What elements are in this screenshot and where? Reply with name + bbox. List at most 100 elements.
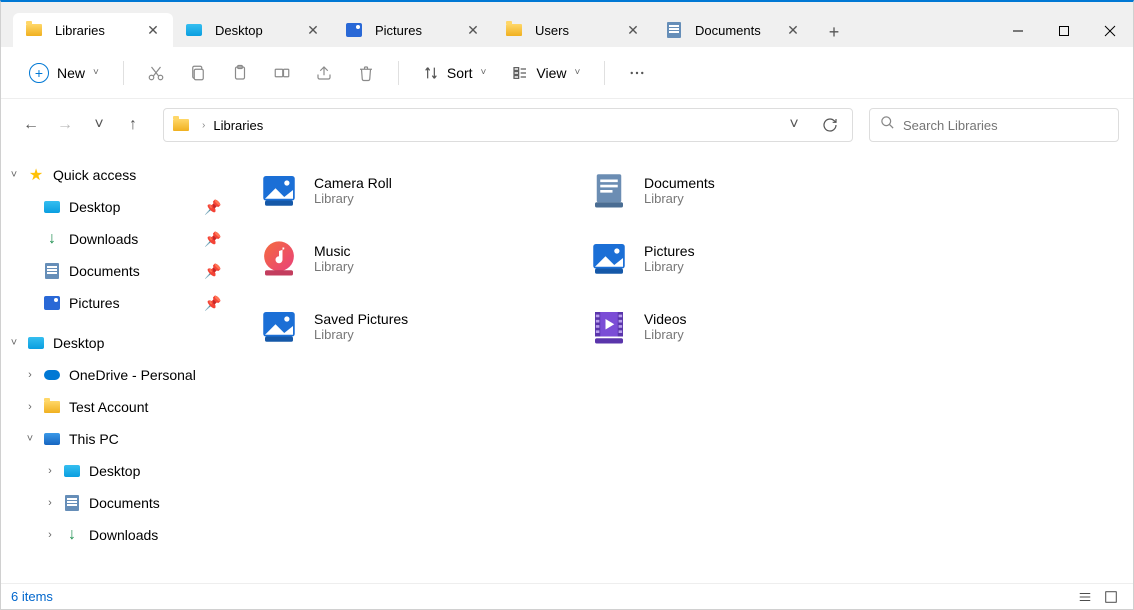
- navigation-pane[interactable]: ˅ ★ Quick access Desktop 📌 ↓ Downloads 📌…: [1, 151, 228, 583]
- folder-icon: [25, 21, 43, 39]
- chevron-down-icon[interactable]: ˅: [5, 334, 23, 352]
- chevron-down-icon: ˅: [93, 67, 99, 78]
- search-box[interactable]: [869, 108, 1119, 142]
- search-input[interactable]: [903, 118, 1108, 133]
- sidebar-item-pc-downloads[interactable]: › ↓ Downloads: [1, 519, 228, 551]
- breadcrumb[interactable]: Libraries: [213, 118, 772, 133]
- pin-icon: 📌: [204, 263, 220, 279]
- chevron-down-icon: ˅: [574, 67, 580, 78]
- address-bar-row: ← → ˅ ↑ › Libraries ˅: [1, 99, 1133, 151]
- download-icon: ↓: [43, 230, 61, 248]
- sidebar-item-onedrive[interactable]: › OneDrive - Personal: [1, 359, 228, 391]
- sidebar-item-documents[interactable]: Documents 📌: [1, 255, 228, 287]
- chevron-right-icon[interactable]: ›: [41, 494, 59, 512]
- sidebar-item-test-account[interactable]: › Test Account: [1, 391, 228, 423]
- library-videos[interactable]: VideosLibrary: [578, 299, 898, 353]
- download-icon: ↓: [63, 526, 81, 544]
- chevron-down-icon: ˅: [481, 67, 487, 78]
- toolbar: + New ˅ Sort ˅ View ˅: [1, 47, 1133, 99]
- pin-icon: 📌: [204, 199, 220, 215]
- dropdown-button[interactable]: ˅: [780, 111, 808, 139]
- paste-button[interactable]: [222, 55, 258, 91]
- details-view-button[interactable]: [1073, 587, 1097, 607]
- close-icon[interactable]: ✕: [783, 20, 803, 40]
- tab-label: Pictures: [375, 23, 455, 38]
- tab-documents[interactable]: Documents ✕: [653, 13, 813, 47]
- sidebar-item-pictures[interactable]: Pictures 📌: [1, 287, 228, 319]
- chevron-right-icon[interactable]: ›: [21, 366, 39, 384]
- close-icon[interactable]: ✕: [143, 20, 163, 40]
- delete-button[interactable]: [348, 55, 384, 91]
- tab-pictures[interactable]: Pictures ✕: [333, 13, 493, 47]
- tab-strip: Libraries ✕ Desktop ✕ Pictures ✕ Users ✕…: [1, 2, 995, 47]
- items-grid: Camera RollLibrary DocumentsLibrary Musi…: [248, 163, 1113, 353]
- rename-button[interactable]: [264, 55, 300, 91]
- chevron-right-icon[interactable]: ›: [41, 462, 59, 480]
- sidebar-item-desktop[interactable]: Desktop 📌: [1, 191, 228, 223]
- library-documents[interactable]: DocumentsLibrary: [578, 163, 898, 217]
- pictures-library-icon: [586, 235, 632, 281]
- chevron-right-icon[interactable]: ›: [21, 398, 39, 416]
- desktop-icon: [27, 334, 45, 352]
- desktop-icon: [63, 462, 81, 480]
- document-icon: [43, 262, 61, 280]
- tab-desktop[interactable]: Desktop ✕: [173, 13, 333, 47]
- star-icon: ★: [27, 166, 45, 184]
- folder-icon: [505, 21, 523, 39]
- pin-icon: 📌: [204, 231, 220, 247]
- nav-buttons: ← → ˅ ↑: [15, 109, 149, 141]
- sidebar-item-pc-documents[interactable]: › Documents: [1, 487, 228, 519]
- maximize-button[interactable]: [1041, 15, 1087, 47]
- back-button[interactable]: ←: [15, 109, 47, 141]
- titlebar: Libraries ✕ Desktop ✕ Pictures ✕ Users ✕…: [1, 2, 1133, 47]
- plus-icon: +: [29, 63, 49, 83]
- address-bar[interactable]: › Libraries ˅: [163, 108, 853, 142]
- view-icon: [512, 65, 528, 81]
- pictures-library-icon: [256, 167, 302, 213]
- copy-button[interactable]: [180, 55, 216, 91]
- library-camera-roll[interactable]: Camera RollLibrary: [248, 163, 568, 217]
- content-pane[interactable]: Camera RollLibrary DocumentsLibrary Musi…: [228, 151, 1133, 583]
- sidebar-item-this-pc[interactable]: ˅ This PC: [1, 423, 228, 455]
- close-icon[interactable]: ✕: [623, 20, 643, 40]
- close-button[interactable]: [1087, 15, 1133, 47]
- window-controls: [995, 15, 1133, 47]
- separator: [398, 61, 399, 85]
- sidebar-item-quick-access[interactable]: ˅ ★ Quick access: [1, 159, 228, 191]
- forward-button[interactable]: →: [49, 109, 81, 141]
- chevron-right-icon[interactable]: ›: [41, 526, 59, 544]
- tab-libraries[interactable]: Libraries ✕: [13, 13, 173, 47]
- sidebar-item-downloads[interactable]: ↓ Downloads 📌: [1, 223, 228, 255]
- library-pictures[interactable]: PicturesLibrary: [578, 231, 898, 285]
- new-tab-button[interactable]: +: [817, 17, 851, 47]
- tab-label: Users: [535, 23, 615, 38]
- sidebar-item-desktop-root[interactable]: ˅ Desktop: [1, 327, 228, 359]
- folder-icon: [43, 398, 61, 416]
- sort-button[interactable]: Sort ˅: [413, 59, 497, 87]
- chevron-down-icon[interactable]: ˅: [5, 166, 23, 184]
- refresh-button[interactable]: [816, 111, 844, 139]
- cut-button[interactable]: [138, 55, 174, 91]
- separator: [604, 61, 605, 85]
- view-button[interactable]: View ˅: [502, 59, 590, 87]
- minimize-button[interactable]: [995, 15, 1041, 47]
- close-icon[interactable]: ✕: [463, 20, 483, 40]
- main-area: ˅ ★ Quick access Desktop 📌 ↓ Downloads 📌…: [1, 151, 1133, 583]
- search-icon: [880, 115, 895, 135]
- sort-icon: [423, 65, 439, 81]
- icons-view-button[interactable]: [1099, 587, 1123, 607]
- pin-icon: 📌: [204, 295, 220, 311]
- up-button[interactable]: ↑: [117, 109, 149, 141]
- library-music[interactable]: MusicLibrary: [248, 231, 568, 285]
- recent-button[interactable]: ˅: [83, 109, 115, 141]
- more-button[interactable]: [619, 55, 655, 91]
- library-saved-pictures[interactable]: Saved PicturesLibrary: [248, 299, 568, 353]
- pictures-icon: [345, 21, 363, 39]
- tab-users[interactable]: Users ✕: [493, 13, 653, 47]
- chevron-down-icon[interactable]: ˅: [21, 430, 39, 448]
- close-icon[interactable]: ✕: [303, 20, 323, 40]
- new-button[interactable]: + New ˅: [19, 57, 109, 89]
- sidebar-item-pc-desktop[interactable]: › Desktop: [1, 455, 228, 487]
- pc-icon: [43, 430, 61, 448]
- share-button[interactable]: [306, 55, 342, 91]
